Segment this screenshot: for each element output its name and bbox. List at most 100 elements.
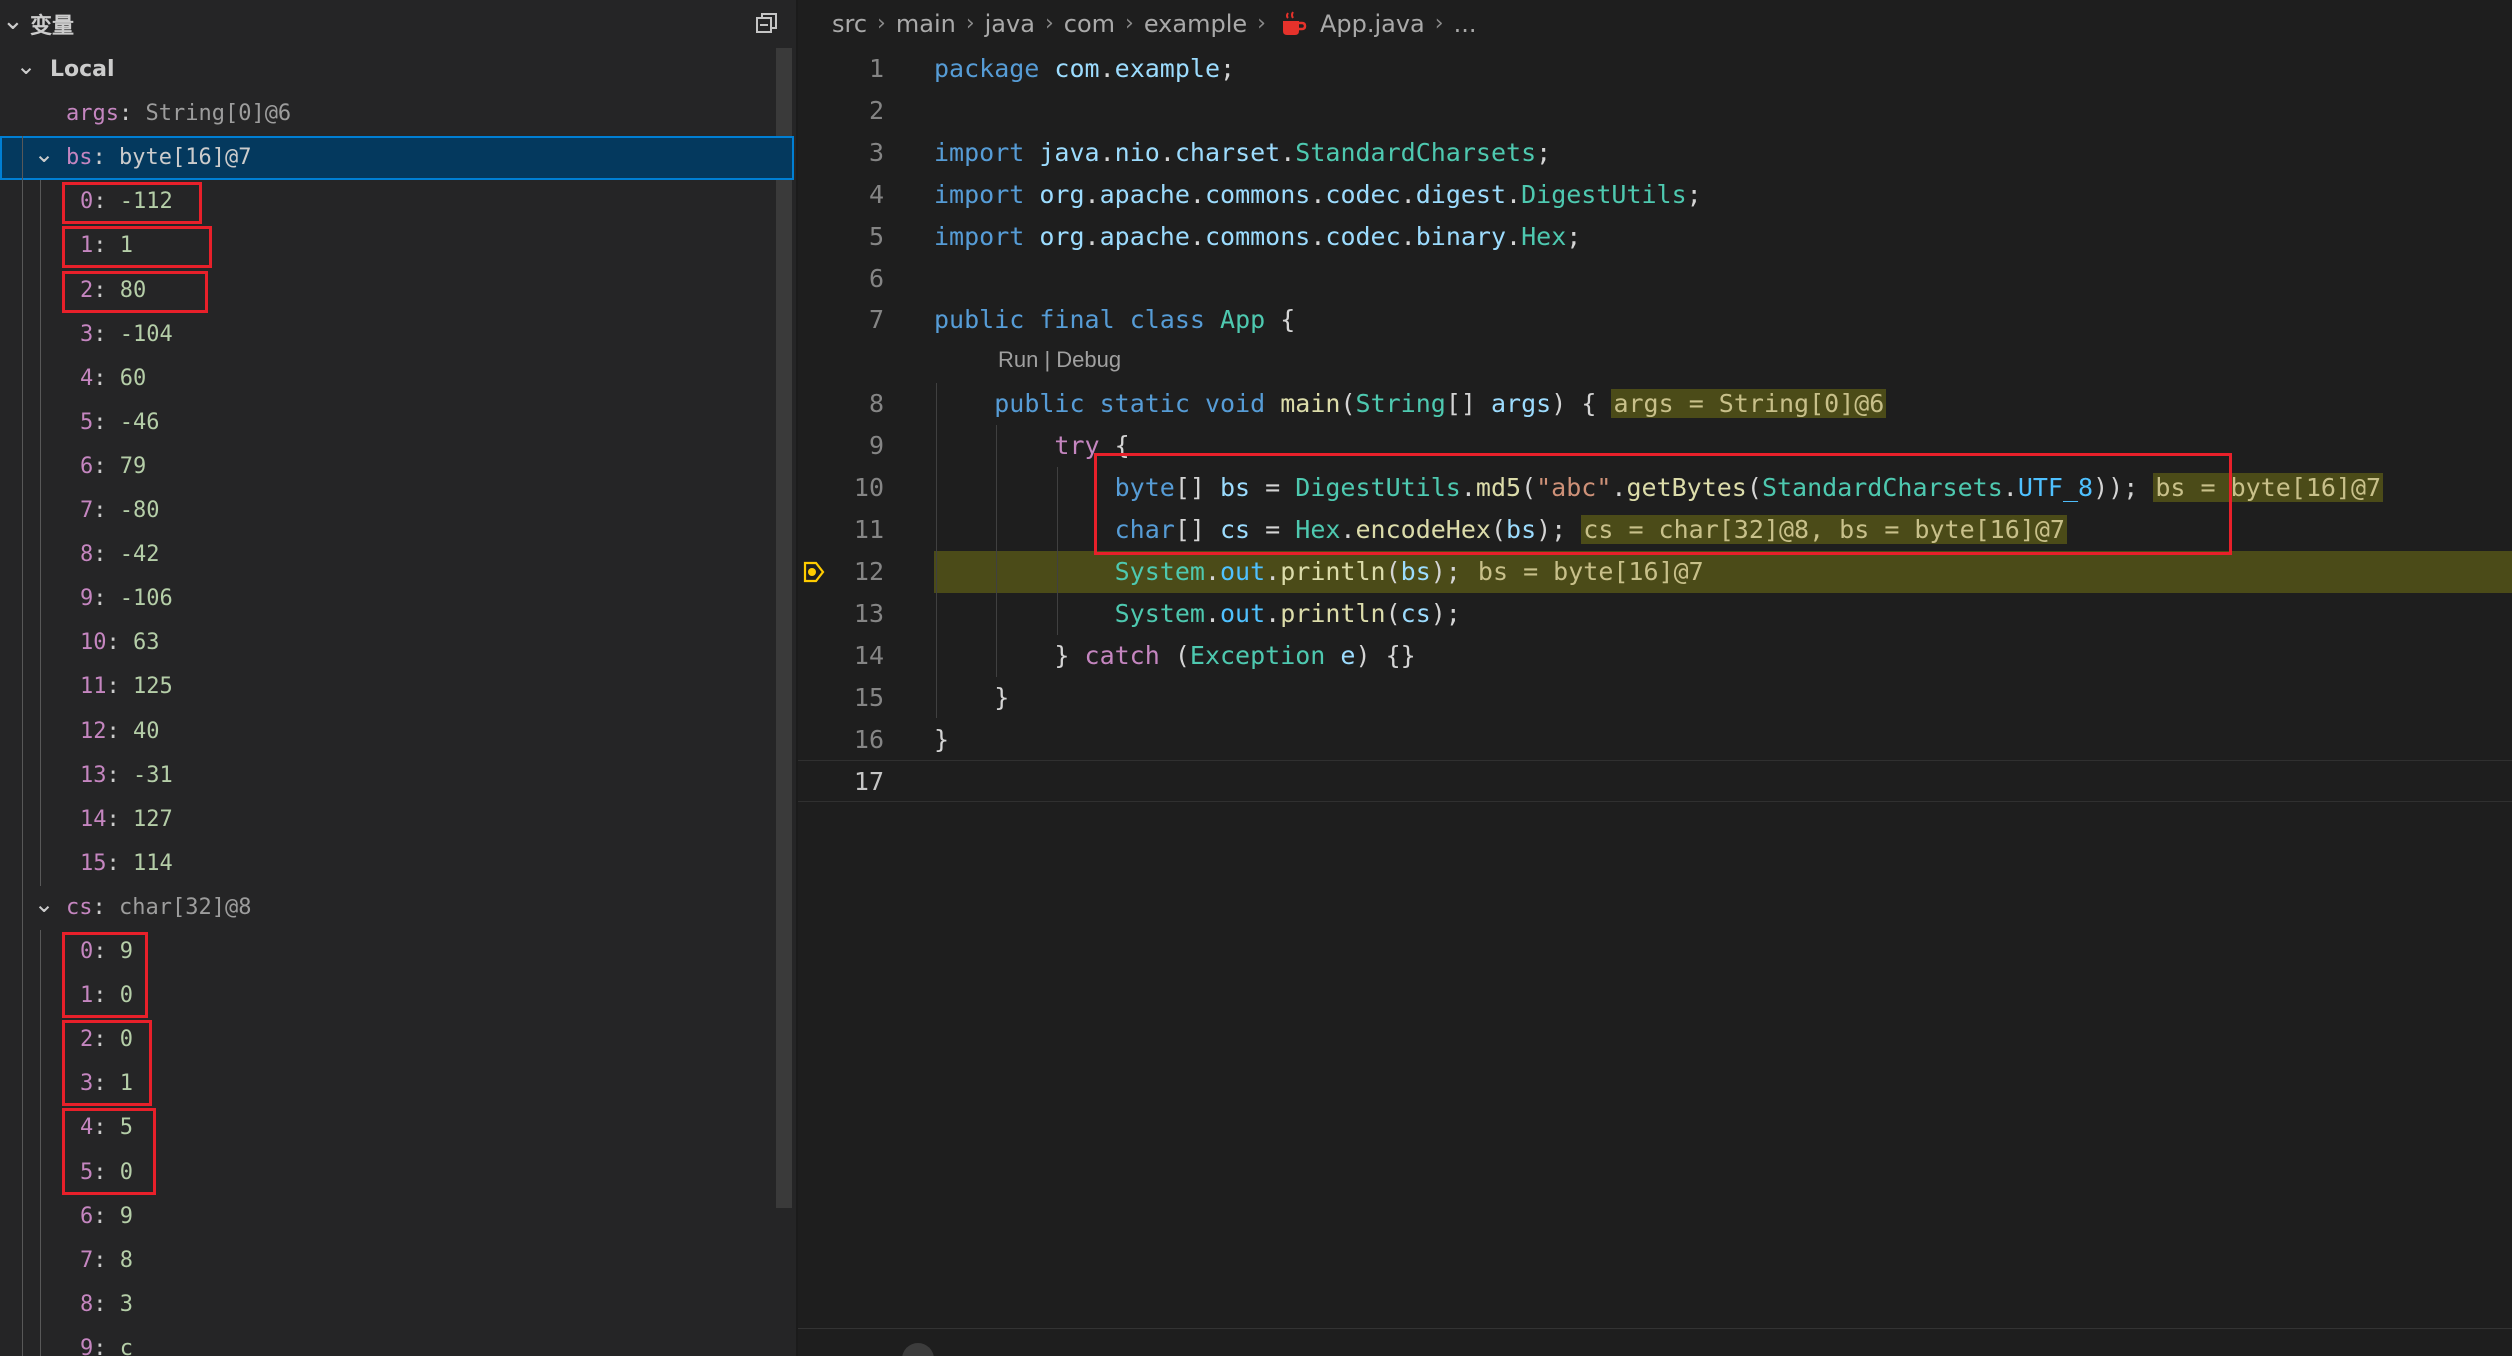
line-number: 14 — [853, 640, 884, 670]
breadcrumb-item[interactable]: com — [1064, 6, 1115, 42]
array-item-text: 13: -31 — [80, 762, 173, 788]
chevron-right-icon: › — [1044, 11, 1054, 36]
highlight-box — [62, 270, 208, 313]
code-line[interactable]: 14 } catch (Exception e) {} — [798, 635, 2512, 677]
code-line[interactable]: 3 import java.nio.charset.StandardCharset… — [798, 132, 2512, 174]
bottom-bar-icon[interactable] — [902, 1343, 934, 1356]
code-token: apache — [1099, 221, 1190, 251]
code-line[interactable]: 6 — [798, 258, 2512, 300]
line-number: 13 — [853, 598, 884, 628]
highlight-box — [1094, 453, 2232, 556]
array-item[interactable]: 5: -46 — [0, 401, 776, 445]
code-line[interactable]: 13 System.out.println(cs); — [798, 593, 2512, 635]
code-line[interactable]: 16} — [798, 719, 2512, 761]
scope-local[interactable]: ⌄ Local — [0, 48, 776, 92]
variable-args[interactable]: args: String[0]@6 — [0, 92, 776, 136]
code-token: commons — [1204, 221, 1311, 251]
line-number: 5 — [868, 221, 884, 251]
indent-guide — [996, 425, 998, 677]
code-token: . — [1265, 556, 1281, 586]
code-token: e — [1340, 640, 1356, 670]
array-item[interactable]: 11: 125 — [0, 665, 776, 709]
variables-scrollbar[interactable] — [776, 48, 792, 1208]
scope-label: Local — [50, 48, 115, 92]
array-item[interactable]: 7: 8 — [0, 1239, 776, 1283]
chevron-down-icon[interactable]: ⌄ — [2, 6, 24, 36]
code-text: import org.apache.commons.codec.digest.D… — [934, 174, 1702, 216]
indent-guide — [40, 180, 41, 886]
highlight-box — [62, 226, 212, 269]
array-item[interactable]: 3: -104 — [0, 313, 776, 357]
array-item[interactable]: 7: -80 — [0, 489, 776, 533]
code-token: cs — [1400, 598, 1431, 628]
array-item[interactable]: 8: -42 — [0, 533, 776, 577]
array-item[interactable]: 14: 127 — [0, 798, 776, 842]
code-line[interactable]: 2 — [798, 90, 2512, 132]
line-number: 9 — [868, 431, 884, 461]
code-token: ( — [1385, 556, 1401, 586]
line-number: 8 — [868, 389, 884, 419]
code-token: } — [934, 682, 1010, 712]
array-item[interactable]: 9: c — [0, 1327, 776, 1356]
array-item-text: 7: -80 — [80, 498, 160, 523]
array-value: c — [119, 1335, 133, 1356]
array-item[interactable]: 6: 79 — [0, 445, 776, 489]
array-item[interactable]: 13: -31 — [0, 754, 776, 798]
breadcrumb-item[interactable]: ... — [1454, 6, 1477, 42]
chevron-right-icon: › — [1434, 11, 1444, 36]
code-line[interactable]: 8 public static void main(String[] args)… — [798, 383, 2512, 425]
bottom-panel-bar — [798, 1328, 2512, 1356]
breadcrumb: src › main › java › com › example › App.java ›... — [828, 6, 1480, 42]
array-item[interactable]: 8: 3 — [0, 1283, 776, 1327]
array-item[interactable]: 15: 114 — [0, 842, 776, 886]
code-editor[interactable]: src › main › java › com › example › App.java ›... 1… — [798, 0, 2512, 1356]
debug-stackframe-icon[interactable] — [802, 560, 826, 584]
code-token: . — [1400, 179, 1416, 209]
breadcrumb-item[interactable]: java — [985, 6, 1035, 42]
line-number: 1 — [868, 54, 884, 83]
array-item[interactable]: 10: 63 — [0, 621, 776, 665]
array-item[interactable]: 4: 60 — [0, 357, 776, 401]
array-index: 4 — [80, 365, 94, 391]
code-line[interactable]: 15 } — [798, 677, 2512, 719]
array-item[interactable]: 6: 9 — [0, 1195, 776, 1239]
array-value: -42 — [119, 542, 160, 568]
variable-cs[interactable]: ⌄ cs: char[32]@8 — [0, 886, 776, 930]
code-token: class — [1129, 305, 1205, 335]
breadcrumb-item[interactable]: src — [832, 6, 867, 42]
array-value: 63 — [133, 630, 160, 656]
code-line[interactable]: 12 System.out.println(bs); bs = byte[16]… — [798, 550, 2512, 593]
inline-value: args = String[0]@6 — [1611, 389, 1887, 419]
codelens-run-debug[interactable]: Run | Debug — [998, 347, 1121, 373]
code-line[interactable]: 1 package com.example; — [798, 48, 2512, 90]
variable-bs[interactable]: ⌄ bs: byte[16]@7 — [0, 136, 794, 181]
array-value: 79 — [119, 453, 147, 479]
chevron-right-icon: › — [1257, 11, 1266, 36]
code-line[interactable]: 7 public final class App { — [798, 299, 2512, 341]
code-line[interactable]: 5 import org.apache.commons.codec.binary.… — [798, 216, 2512, 258]
collapse-all-icon[interactable] — [754, 10, 780, 36]
code-token: ; — [1566, 221, 1582, 251]
breadcrumb-item[interactable]: example — [1144, 6, 1247, 42]
array-item[interactable]: 12: 40 — [0, 710, 776, 754]
array-item[interactable]: 9: -106 — [0, 577, 776, 621]
array-index: 5 — [80, 409, 94, 435]
code-line[interactable]: 4 import org.apache.commons.codec.digest.… — [798, 174, 2512, 216]
code-text: } — [934, 719, 949, 761]
code-token: out — [1220, 556, 1266, 586]
code-token: final — [1039, 305, 1115, 335]
variable-value: char[32]@8 — [119, 894, 252, 920]
code-token: com — [1054, 54, 1100, 83]
variables-header[interactable]: ⌄ 变量 — [0, 0, 796, 48]
code-line[interactable]: 17 — [798, 760, 2512, 803]
array-index: 10 — [80, 630, 107, 656]
breadcrumb-item[interactable]: App.java — [1320, 6, 1425, 42]
array-value: 9 — [119, 1203, 133, 1229]
breadcrumb-item[interactable]: main — [896, 6, 956, 42]
line-number: 15 — [853, 682, 884, 712]
array-value: 114 — [133, 850, 173, 876]
